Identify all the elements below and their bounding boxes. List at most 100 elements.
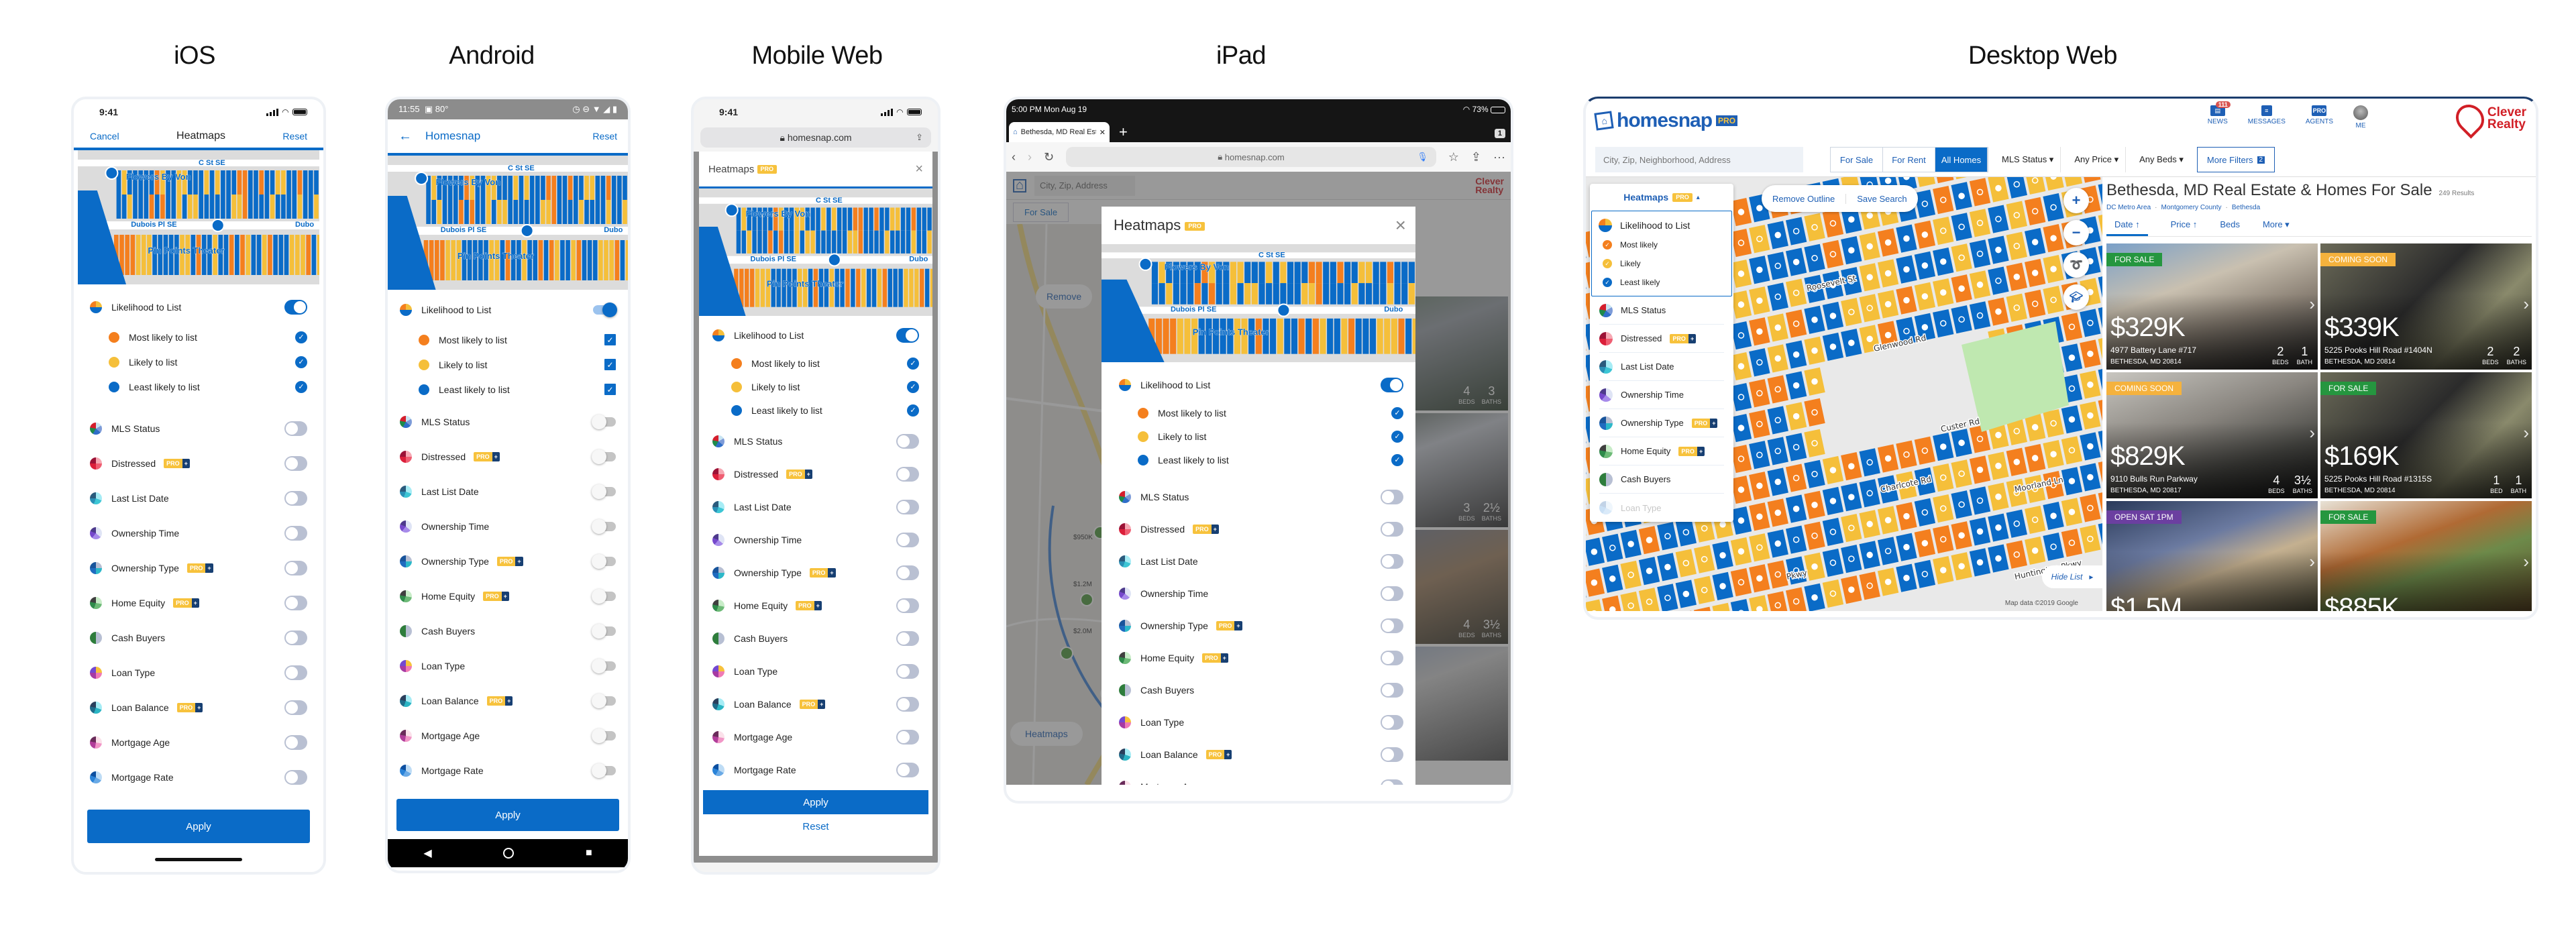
layer-item[interactable]: Mortgage Age (712, 720, 919, 753)
layer-toggle[interactable] (284, 665, 307, 680)
layer-item[interactable]: Cash Buyers (1119, 674, 1403, 706)
layer-item[interactable]: Last List Date (1119, 545, 1403, 578)
layer-toggle[interactable] (896, 762, 919, 777)
layer-item[interactable]: Ownership Type PRO + (712, 556, 919, 589)
layer-toggle[interactable] (896, 565, 919, 580)
segment-for-rent[interactable]: For Rent (1883, 148, 1935, 172)
theater-pin-icon[interactable] (211, 219, 225, 232)
layer-item[interactable]: Cash Buyers (400, 614, 616, 649)
layer-item[interactable]: Last List Date (712, 490, 919, 523)
layer-item-faded[interactable]: Loan Type (1599, 494, 1724, 522)
sublayer-item[interactable]: Least likely to list ✓ (90, 374, 307, 399)
layer-item[interactable]: Mortgage Rate (90, 760, 307, 795)
sublayer-item[interactable]: Least likely to list ✓ (1119, 448, 1403, 472)
reset-link[interactable]: Reset (699, 821, 932, 832)
layer-item[interactable]: Ownership Type PRO + (90, 551, 307, 586)
sublayer-check-icon[interactable]: ✓ (1603, 278, 1612, 287)
layer-toggle[interactable] (592, 415, 616, 429)
sublayer-item[interactable]: Most likely to list ✓ (712, 351, 919, 375)
layer-toggle[interactable] (896, 532, 919, 547)
layer-likelihood-to-list[interactable]: Likelihood to List (1119, 369, 1403, 401)
reset-button[interactable]: Reset (282, 131, 307, 142)
layer-likelihood-to-list[interactable]: Likelihood to List (1599, 215, 1725, 235)
share-icon[interactable]: ⇪ (1471, 150, 1481, 164)
layer-item[interactable]: Loan Balance PRO + (712, 688, 919, 720)
layer-toggle[interactable] (592, 763, 616, 778)
layer-item[interactable]: Last List Date (1599, 353, 1724, 381)
layer-item[interactable]: Mortgage Age (1119, 771, 1403, 785)
close-icon[interactable]: × (915, 162, 923, 177)
url-bar[interactable]: 🔒︎ homesnap.com ⇪ (700, 127, 931, 148)
forward-icon[interactable]: › (1028, 150, 1032, 164)
layer-item[interactable]: Loan Balance PRO + (1119, 738, 1403, 771)
segment-for-sale[interactable]: For Sale (1831, 148, 1883, 172)
sort-tab-beds[interactable]: Beds (2220, 219, 2240, 236)
mls-status-dropdown[interactable]: MLS Status ▾ (1995, 147, 2061, 172)
layer-item[interactable]: Cash Buyers (1599, 465, 1724, 494)
sublayer-checkbox[interactable]: ✓ (907, 380, 919, 393)
tutorial-cap-icon[interactable]: 🎓︎ (2063, 284, 2089, 310)
tab-count[interactable]: 1 (1494, 129, 1505, 138)
sublayer-item[interactable]: Most likely to list ✓ (90, 325, 307, 349)
sort-tab-more[interactable]: More ▾ (2263, 219, 2290, 236)
layer-toggle[interactable] (1381, 651, 1403, 665)
sublayer-checkbox[interactable]: ✓ (1391, 430, 1403, 443)
listing-card[interactable]: FOR SALE $329K 4977 Battery Lane #717 BETHE… (2106, 243, 2318, 370)
layer-likelihood-to-list[interactable]: Likelihood to List (400, 292, 617, 327)
apply-button[interactable]: Apply (396, 799, 619, 831)
layer-toggle[interactable] (896, 433, 919, 449)
back-icon[interactable]: ‹ (1012, 150, 1016, 164)
sublayer-checkbox[interactable]: ✓ (295, 380, 307, 393)
nav-messages[interactable]: ≡ MESSAGES (2248, 105, 2286, 129)
layer-item[interactable]: Home Equity PRO + (1119, 642, 1403, 674)
layer-toggle[interactable] (284, 491, 307, 506)
sublayer-item[interactable]: Most likely to list ✓ (1119, 401, 1403, 425)
zoom-out-button[interactable]: − (2063, 220, 2089, 245)
listing-card[interactable]: COMING SOON $829K 9110 Bulls Run Parkway BE… (2106, 372, 2318, 498)
layer-toggle[interactable] (592, 449, 616, 464)
hide-list-button[interactable]: Hide List ▸ (2042, 565, 2102, 588)
shop-pin-icon[interactable] (105, 166, 119, 180)
sublayer-item[interactable]: ✓ Most likely (1599, 235, 1725, 254)
layer-item[interactable]: MLS Status (1599, 296, 1724, 325)
apply-button[interactable]: Apply (703, 790, 928, 814)
sublayer-item[interactable]: ✓ Likely (1599, 254, 1725, 273)
layer-item[interactable]: Loan Type (712, 655, 919, 688)
layer-toggle[interactable] (592, 484, 616, 499)
layer-toggle[interactable] (896, 598, 919, 613)
shop-pin-icon[interactable] (724, 203, 739, 217)
layer-toggle[interactable] (284, 700, 307, 715)
layer-toggle[interactable] (896, 630, 919, 646)
layer-toggle[interactable] (592, 728, 616, 743)
layer-toggle[interactable] (593, 303, 617, 317)
layer-toggle[interactable] (1381, 683, 1403, 698)
layer-toggle[interactable] (1381, 618, 1403, 633)
layer-item[interactable]: Distressed PRO + (1599, 325, 1724, 353)
layer-toggle[interactable] (284, 300, 307, 315)
layer-toggle[interactable] (896, 696, 919, 712)
sublayer-checkbox[interactable]: ✓ (604, 384, 616, 395)
layer-toggle[interactable] (284, 526, 307, 541)
layer-toggle[interactable] (1381, 554, 1403, 569)
location-search-input[interactable] (1595, 147, 1803, 172)
heatmaps-dropdown-toggle[interactable]: Heatmaps PRO ▴ (1590, 184, 1733, 211)
sublayer-checkbox[interactable]: ✓ (604, 334, 616, 345)
layer-toggle[interactable] (896, 663, 919, 679)
layer-item[interactable]: Ownership Time (400, 509, 616, 544)
layer-toggle[interactable] (284, 735, 307, 750)
layer-toggle[interactable] (592, 624, 616, 639)
layer-item[interactable]: Mortgage Age (400, 718, 616, 753)
layer-likelihood-to-list[interactable]: Likelihood to List (712, 319, 919, 351)
layer-toggle[interactable] (1381, 586, 1403, 601)
layer-likelihood-to-list[interactable]: Likelihood to List (90, 290, 307, 325)
back-arrow-icon[interactable]: ← (398, 129, 412, 144)
listing-card[interactable]: FOR SALE $885K › (2320, 501, 2532, 611)
bookmark-star-icon[interactable]: ☆ (1448, 150, 1459, 164)
layer-toggle[interactable] (896, 729, 919, 745)
shop-pin-icon[interactable] (415, 172, 429, 185)
nav-back-icon[interactable]: ◀ (423, 846, 431, 860)
layer-toggle[interactable] (1381, 378, 1403, 392)
save-search-button[interactable]: Save Search (1845, 193, 1917, 204)
layer-toggle[interactable] (592, 589, 616, 604)
sublayer-checkbox[interactable]: ✓ (907, 404, 919, 417)
